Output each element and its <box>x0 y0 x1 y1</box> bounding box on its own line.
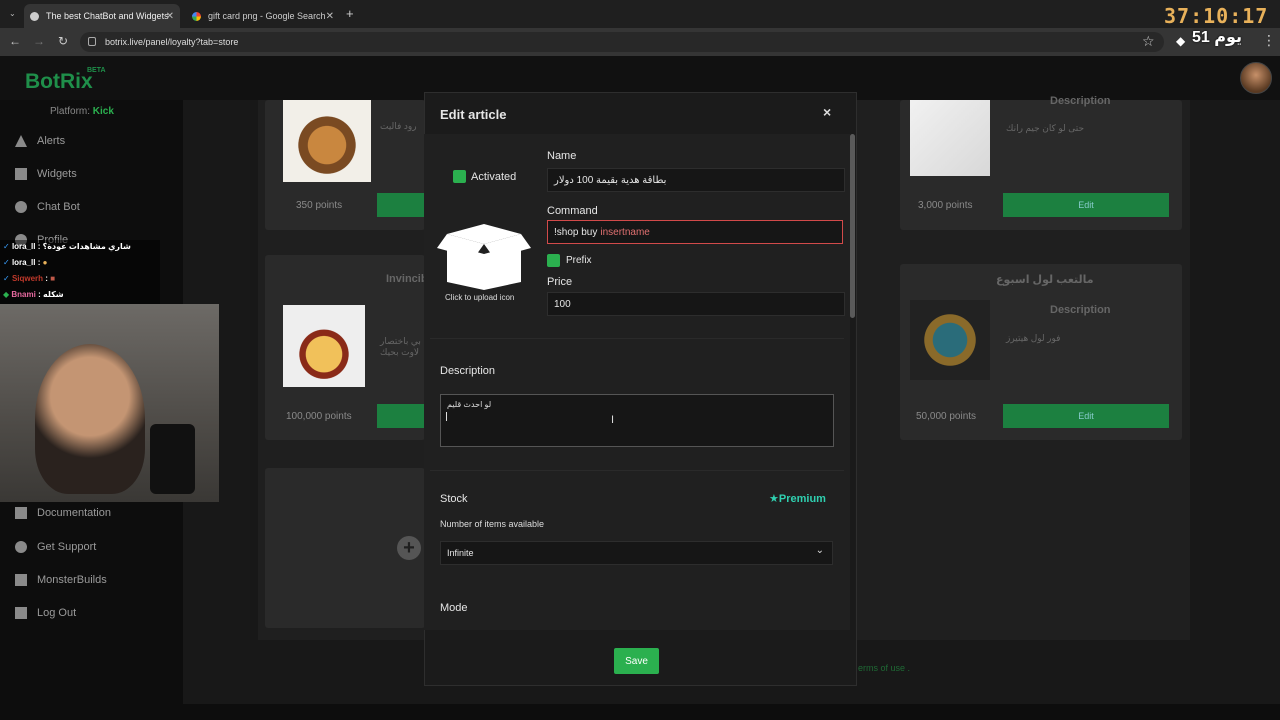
card-points: 50,000 points <box>916 411 977 422</box>
card-points: 100,000 points <box>286 411 352 422</box>
name-label: Name <box>547 150 577 162</box>
forward-icon[interactable]: → <box>31 34 47 48</box>
close-tab-icon[interactable]: ✕ <box>326 11 334 22</box>
stock-sublabel: Number of items available <box>440 519 545 529</box>
upload-icon-label: Click to upload icon <box>445 293 515 302</box>
activated-label: Activated <box>471 171 517 183</box>
botrix-favicon-icon <box>30 11 39 21</box>
save-button[interactable]: Save <box>614 648 659 674</box>
bookmark-star-icon[interactable]: ☆ <box>1142 33 1155 50</box>
user-avatar[interactable] <box>1240 62 1272 94</box>
google-favicon-icon <box>192 11 201 21</box>
url-bar[interactable] <box>80 32 1164 52</box>
activated-checkbox[interactable] <box>453 170 466 183</box>
monitor-icon <box>15 574 27 586</box>
prefix-label: Prefix <box>566 255 592 266</box>
edit-button[interactable]: Edit <box>1003 404 1169 428</box>
card-note: بي باختصار لاوت بحيك <box>380 336 421 357</box>
doc-icon <box>15 507 27 519</box>
tab-google[interactable]: gift card png - Google Search ✕ <box>186 4 340 28</box>
edit-button[interactable] <box>377 404 424 428</box>
card-title: Invincib <box>386 273 428 285</box>
crown-thumbnail <box>283 305 365 387</box>
sidebar-item-chatbot[interactable]: Chat Bot <box>15 201 80 213</box>
widgets-icon <box>15 168 27 180</box>
box-icon <box>437 224 531 290</box>
edit-button[interactable]: Edit <box>1003 193 1169 217</box>
chatbot-icon <box>15 201 27 213</box>
browser-menu-icon[interactable]: ⋮ <box>1262 32 1276 49</box>
edit-button[interactable] <box>377 193 424 217</box>
star-icon: ★ <box>769 493 779 505</box>
tab-search-dropdown[interactable]: ⌄ <box>6 6 20 20</box>
chat-message: ✓ lora_ll : ● <box>3 258 48 267</box>
card-description-title: Description <box>1050 95 1111 107</box>
modal-title: Edit article <box>440 107 507 122</box>
name-input[interactable]: بطاقة هدية بقيمة 100 دولار <box>547 168 845 192</box>
upload-icon-button[interactable] <box>437 220 531 290</box>
close-icon[interactable]: × <box>823 104 831 120</box>
card-points: 350 points <box>296 200 343 211</box>
stock-select[interactable]: Infinite ⌄ <box>440 541 833 565</box>
command-label: Command <box>547 205 598 217</box>
chevron-down-icon: ⌄ <box>815 545 824 556</box>
platform-indicator: Platform: Kick <box>50 106 114 117</box>
close-tab-icon[interactable]: ✕ <box>166 11 174 22</box>
command-input[interactable]: !shop buy insertname <box>547 220 843 244</box>
monkey-thumbnail <box>283 100 371 182</box>
beta-badge: BETA <box>87 67 106 74</box>
text-cursor-icon: I <box>611 414 615 426</box>
card-title: مالتعب لول اسبوع <box>996 274 1094 286</box>
rivals-thumbnail <box>910 100 990 176</box>
terms-link[interactable]: erms of use . <box>858 663 910 673</box>
description-textarea[interactable]: لو احدث قليم <box>440 394 834 447</box>
divider <box>430 470 844 471</box>
tab-botrix[interactable]: The best ChatBot and Widgets ✕ <box>24 4 180 28</box>
sidebar-item-documentation[interactable]: Documentation <box>15 507 111 519</box>
sidebar-item-support[interactable]: Get Support <box>15 541 96 553</box>
sidebar-item-alerts[interactable]: Alerts <box>15 135 65 147</box>
card-description-title: Description <box>1050 304 1111 316</box>
description-label: Description <box>440 365 496 377</box>
stream-day-counter: يوم 51 <box>1192 29 1243 46</box>
premium-badge[interactable]: ★Premium <box>769 492 826 505</box>
url-text: botrix.live/panel/loyalty?tab=store <box>105 37 239 47</box>
card-points: 3,000 points <box>918 200 973 211</box>
text-caret <box>446 412 447 421</box>
sidebar-item-logout[interactable]: Log Out <box>15 607 76 619</box>
help-icon <box>15 541 27 553</box>
card-note: حتى لو كان جيم رانك <box>1006 123 1085 133</box>
browser-tab-bar: ⌄ The best ChatBot and Widgets ✕ gift ca… <box>0 0 1280 28</box>
chat-message: ✓ Siqwerh : ■ <box>3 274 56 283</box>
sidebar-item-monsterbuilds[interactable]: MonsterBuilds <box>15 574 107 586</box>
add-article-icon[interactable]: + <box>397 536 421 560</box>
add-article-card[interactable]: + <box>265 468 425 628</box>
streamer-webcam <box>0 304 219 502</box>
sidebar-item-widgets[interactable]: Widgets <box>15 168 77 180</box>
new-tab-icon[interactable]: + <box>346 6 354 21</box>
stream-timer: 37:10:17 <box>1164 4 1269 28</box>
mode-label: Mode <box>440 602 468 614</box>
extension-icon[interactable]: ◆ <box>1176 34 1185 48</box>
logout-icon <box>15 607 27 619</box>
lol-thumbnail <box>910 300 990 380</box>
prefix-checkbox[interactable] <box>547 254 560 267</box>
alert-icon <box>15 135 27 147</box>
chat-message: ◆ Bnami : شكله <box>3 290 64 299</box>
price-label: Price <box>547 276 573 288</box>
back-icon[interactable]: ← <box>7 34 23 48</box>
modal-scrollbar-thumb[interactable] <box>850 134 855 318</box>
divider <box>430 338 844 339</box>
price-input[interactable]: 100 <box>547 292 845 316</box>
botrix-logo[interactable]: BotRix <box>25 70 93 94</box>
reload-icon[interactable]: ↻ <box>55 34 71 48</box>
stock-label: Stock <box>440 493 468 505</box>
card-note: رود فاليت <box>380 121 417 131</box>
site-info-icon[interactable] <box>88 37 96 46</box>
chat-message: ✓ lora_ll : شاري مشاهدات عودة؟ <box>3 242 131 251</box>
card-note: فور لول هيتيرز <box>1006 333 1061 343</box>
